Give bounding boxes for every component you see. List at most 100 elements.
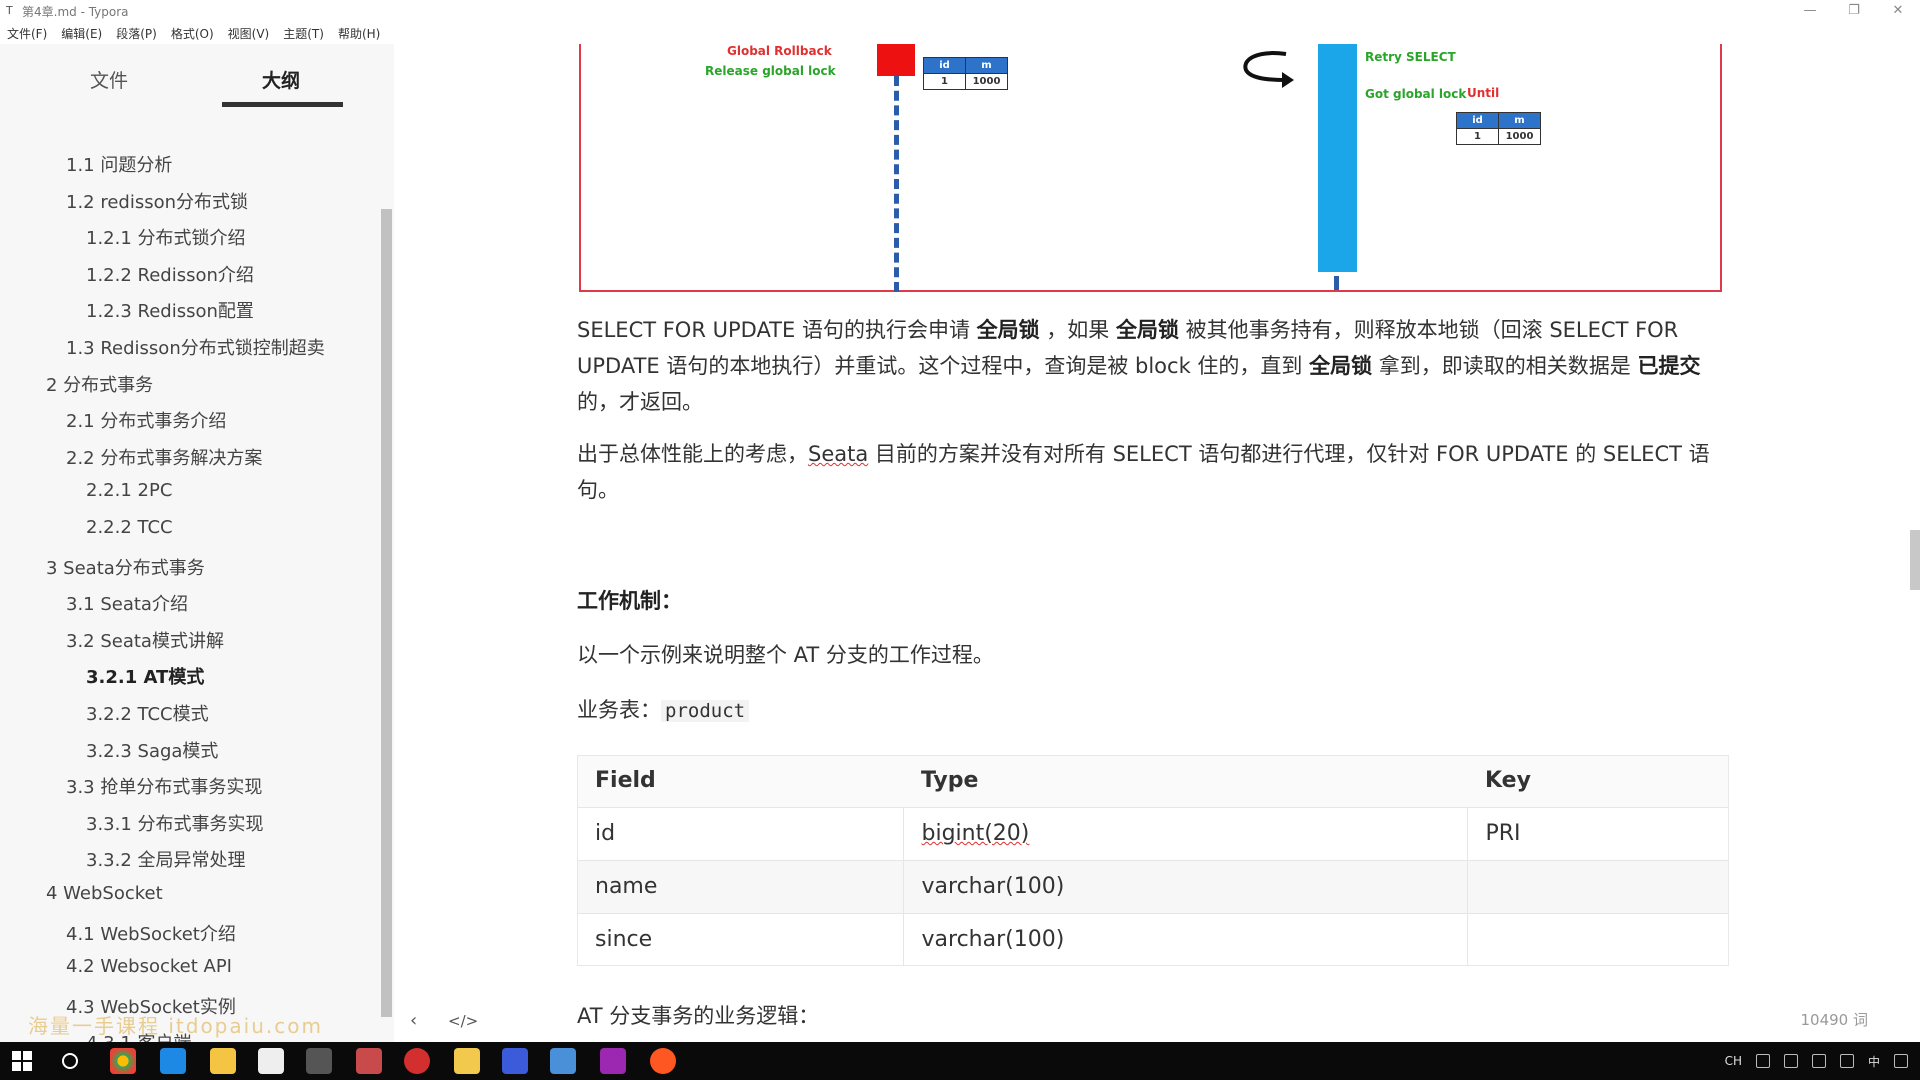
paragraph-performance: 出于总体性能上的考虑，Seata 目前的方案并没有对所有 SELECT 语句都进… xyxy=(577,442,1710,502)
lock-diagram-image: Global Rollback Release global lock id m … xyxy=(579,44,1722,292)
visual-studio-icon[interactable] xyxy=(600,1048,626,1074)
taskbar: CH 中 xyxy=(0,1042,1920,1080)
volume-icon[interactable] xyxy=(1783,1054,1798,1068)
outline-item[interactable]: 4.2 Websocket API xyxy=(66,956,232,977)
outline-item[interactable]: 3.3.1 分布式事务实现 xyxy=(86,810,264,836)
paragraph-select-for-update: SELECT FOR UPDATE 语句的执行会申请 全局锁 ，如果 全局锁 被… xyxy=(577,318,1701,414)
windows-start-icon[interactable] xyxy=(12,1051,32,1071)
sidebar-scrollbar[interactable] xyxy=(381,209,392,1017)
app-icon-red[interactable] xyxy=(356,1048,382,1074)
back-chevron-icon[interactable]: ‹ xyxy=(410,1010,417,1031)
outline-item[interactable]: 2 分布式事务 xyxy=(46,371,153,397)
diagram-table-left: id m 1 1000 xyxy=(923,57,1008,90)
battery-icon[interactable] xyxy=(1839,1054,1854,1068)
diagram-label-until: Until xyxy=(1467,86,1500,100)
typora-app-icon: T xyxy=(6,4,13,17)
paragraph-example: 以一个示例来说明整个 AT 分支的工作过程。 xyxy=(577,643,994,667)
app-icon-blue[interactable] xyxy=(160,1048,186,1074)
menu-file[interactable]: 文件(F) xyxy=(0,25,54,42)
cortana-search-icon[interactable] xyxy=(62,1053,78,1069)
outline-item[interactable]: 3.2.3 Saga模式 xyxy=(86,737,218,763)
transaction-bar xyxy=(1318,44,1357,272)
menu-help[interactable]: 帮助(H) xyxy=(331,25,387,42)
sidebar: 文件 大纲 1.1 问题分析 1.2 redisson分布式锁 1.2.1 分布式锁… xyxy=(0,44,394,1042)
editor-scrollbar[interactable] xyxy=(1910,530,1920,590)
outline-item[interactable]: 2.1 分布式事务介绍 xyxy=(66,407,226,433)
table-header-type: Type xyxy=(903,755,1467,808)
title-bar: T 第4章.md - Typora — ❐ ✕ xyxy=(0,0,1920,22)
table-row: id bigint(20) PRI xyxy=(577,806,1729,860)
source-code-mode-icon[interactable]: </> xyxy=(448,1012,478,1030)
editor: Global Rollback Release global lock id m … xyxy=(394,44,1920,1042)
menu-theme[interactable]: 主题(T) xyxy=(276,25,331,42)
outline-item[interactable]: 4 WebSocket xyxy=(46,883,163,904)
input-language[interactable]: CH xyxy=(1725,1054,1742,1068)
rollback-marker xyxy=(877,44,915,76)
menu-bar: 文件(F) 编辑(E) 段落(P) 格式(O) 视图(V) 主题(T) 帮助(H… xyxy=(0,22,1920,44)
product-table: Field Type Key id bigint(20) PRI name va… xyxy=(577,755,1729,966)
menu-paragraph[interactable]: 段落(P) xyxy=(109,25,164,42)
outline-item[interactable]: 2.2.2 TCC xyxy=(86,517,173,538)
table-header-field: Field xyxy=(577,755,903,808)
outline-item[interactable]: 3 Seata分布式事务 xyxy=(46,554,205,580)
terminal-icon[interactable] xyxy=(306,1048,332,1074)
minimize-button[interactable]: — xyxy=(1788,0,1832,22)
outline-item[interactable]: 3.3.2 全局异常处理 xyxy=(86,846,246,872)
retry-arrow-icon xyxy=(1243,51,1294,88)
active-tab-indicator xyxy=(222,102,343,107)
menu-format[interactable]: 格式(O) xyxy=(164,25,221,42)
postman-icon[interactable] xyxy=(650,1048,676,1074)
chrome-icon[interactable] xyxy=(110,1048,136,1074)
table-row: since varchar(100) xyxy=(577,912,1729,966)
outline-item[interactable]: 2.2.1 2PC xyxy=(86,480,172,501)
maximize-button[interactable]: ❐ xyxy=(1832,0,1876,22)
heading-mechanism: 工作机制： xyxy=(577,589,682,613)
file-explorer-icon[interactable] xyxy=(210,1048,236,1074)
sidebar-footer: ‹ </> xyxy=(394,1006,514,1036)
word-count[interactable]: 10490 词 xyxy=(1801,1009,1869,1030)
outline-item[interactable]: 3.3 抢单分布式事务实现 xyxy=(66,773,262,799)
inline-code-product: product xyxy=(661,700,750,722)
diagram-label-retry: Retry SELECT xyxy=(1365,50,1456,64)
paragraph-business-table: 业务表： product xyxy=(577,692,1727,729)
diagram-label-global-rollback: Global Rollback xyxy=(727,44,832,58)
outline-item[interactable]: 1.1 问题分析 xyxy=(66,151,172,177)
app-icon-yellow[interactable] xyxy=(454,1048,480,1074)
close-button[interactable]: ✕ xyxy=(1876,0,1920,22)
tab-files[interactable]: 文件 xyxy=(90,66,128,93)
outline-item[interactable]: 1.2.2 Redisson介绍 xyxy=(86,261,254,287)
outline-item[interactable]: 1.2 redisson分布式锁 xyxy=(66,188,248,214)
timeline-dashed xyxy=(894,76,899,292)
table-header-key: Key xyxy=(1467,755,1729,808)
diagram-label-got-lock: Got global lock xyxy=(1365,87,1467,101)
bar-tick xyxy=(1334,276,1339,290)
sidebar-tabs: 文件 大纲 xyxy=(0,44,394,108)
tab-outline[interactable]: 大纲 xyxy=(262,66,300,93)
outline-item[interactable]: 1.3 Redisson分布式锁控制超卖 xyxy=(66,334,325,360)
outline-item[interactable]: 3.2 Seata模式讲解 xyxy=(66,627,224,653)
diagram-table-right: id m 1 1000 xyxy=(1456,112,1541,145)
notification-icon[interactable] xyxy=(1894,1054,1908,1068)
tray-icon[interactable] xyxy=(1755,1054,1770,1068)
system-tray: CH 中 xyxy=(1725,1042,1908,1080)
table-row: name varchar(100) xyxy=(577,859,1729,913)
outline-item[interactable]: 2.2 分布式事务解决方案 xyxy=(66,444,262,470)
watermark: 海量一手课程 itdopaiu.com xyxy=(28,1014,323,1038)
outline-item[interactable]: 1.2.1 分布式锁介绍 xyxy=(86,224,246,250)
outline-item[interactable]: 1.2.3 Redisson配置 xyxy=(86,297,254,323)
outline-item[interactable]: 3.1 Seata介绍 xyxy=(66,590,188,616)
menu-view[interactable]: 视图(V) xyxy=(221,25,277,42)
app-icon-window[interactable] xyxy=(550,1048,576,1074)
outline-item[interactable]: 3.2.2 TCC模式 xyxy=(86,700,209,726)
network-icon[interactable] xyxy=(1811,1054,1826,1068)
paragraph-at-logic: AT 分支事务的业务逻辑： xyxy=(577,1004,820,1028)
menu-edit[interactable]: 编辑(E) xyxy=(54,25,109,42)
intellij-icon[interactable] xyxy=(502,1048,528,1074)
outline-item[interactable]: 4.1 WebSocket介绍 xyxy=(66,920,236,946)
ime-indicator[interactable]: 中 xyxy=(1868,1053,1880,1070)
app-icon-redball[interactable] xyxy=(404,1048,430,1074)
typora-taskbar-icon[interactable] xyxy=(258,1048,284,1074)
window-controls: — ❐ ✕ xyxy=(1788,0,1920,22)
outline-item[interactable]: 3.2.1 AT模式 xyxy=(86,663,204,689)
window-title: 第4章.md - Typora xyxy=(22,4,129,19)
